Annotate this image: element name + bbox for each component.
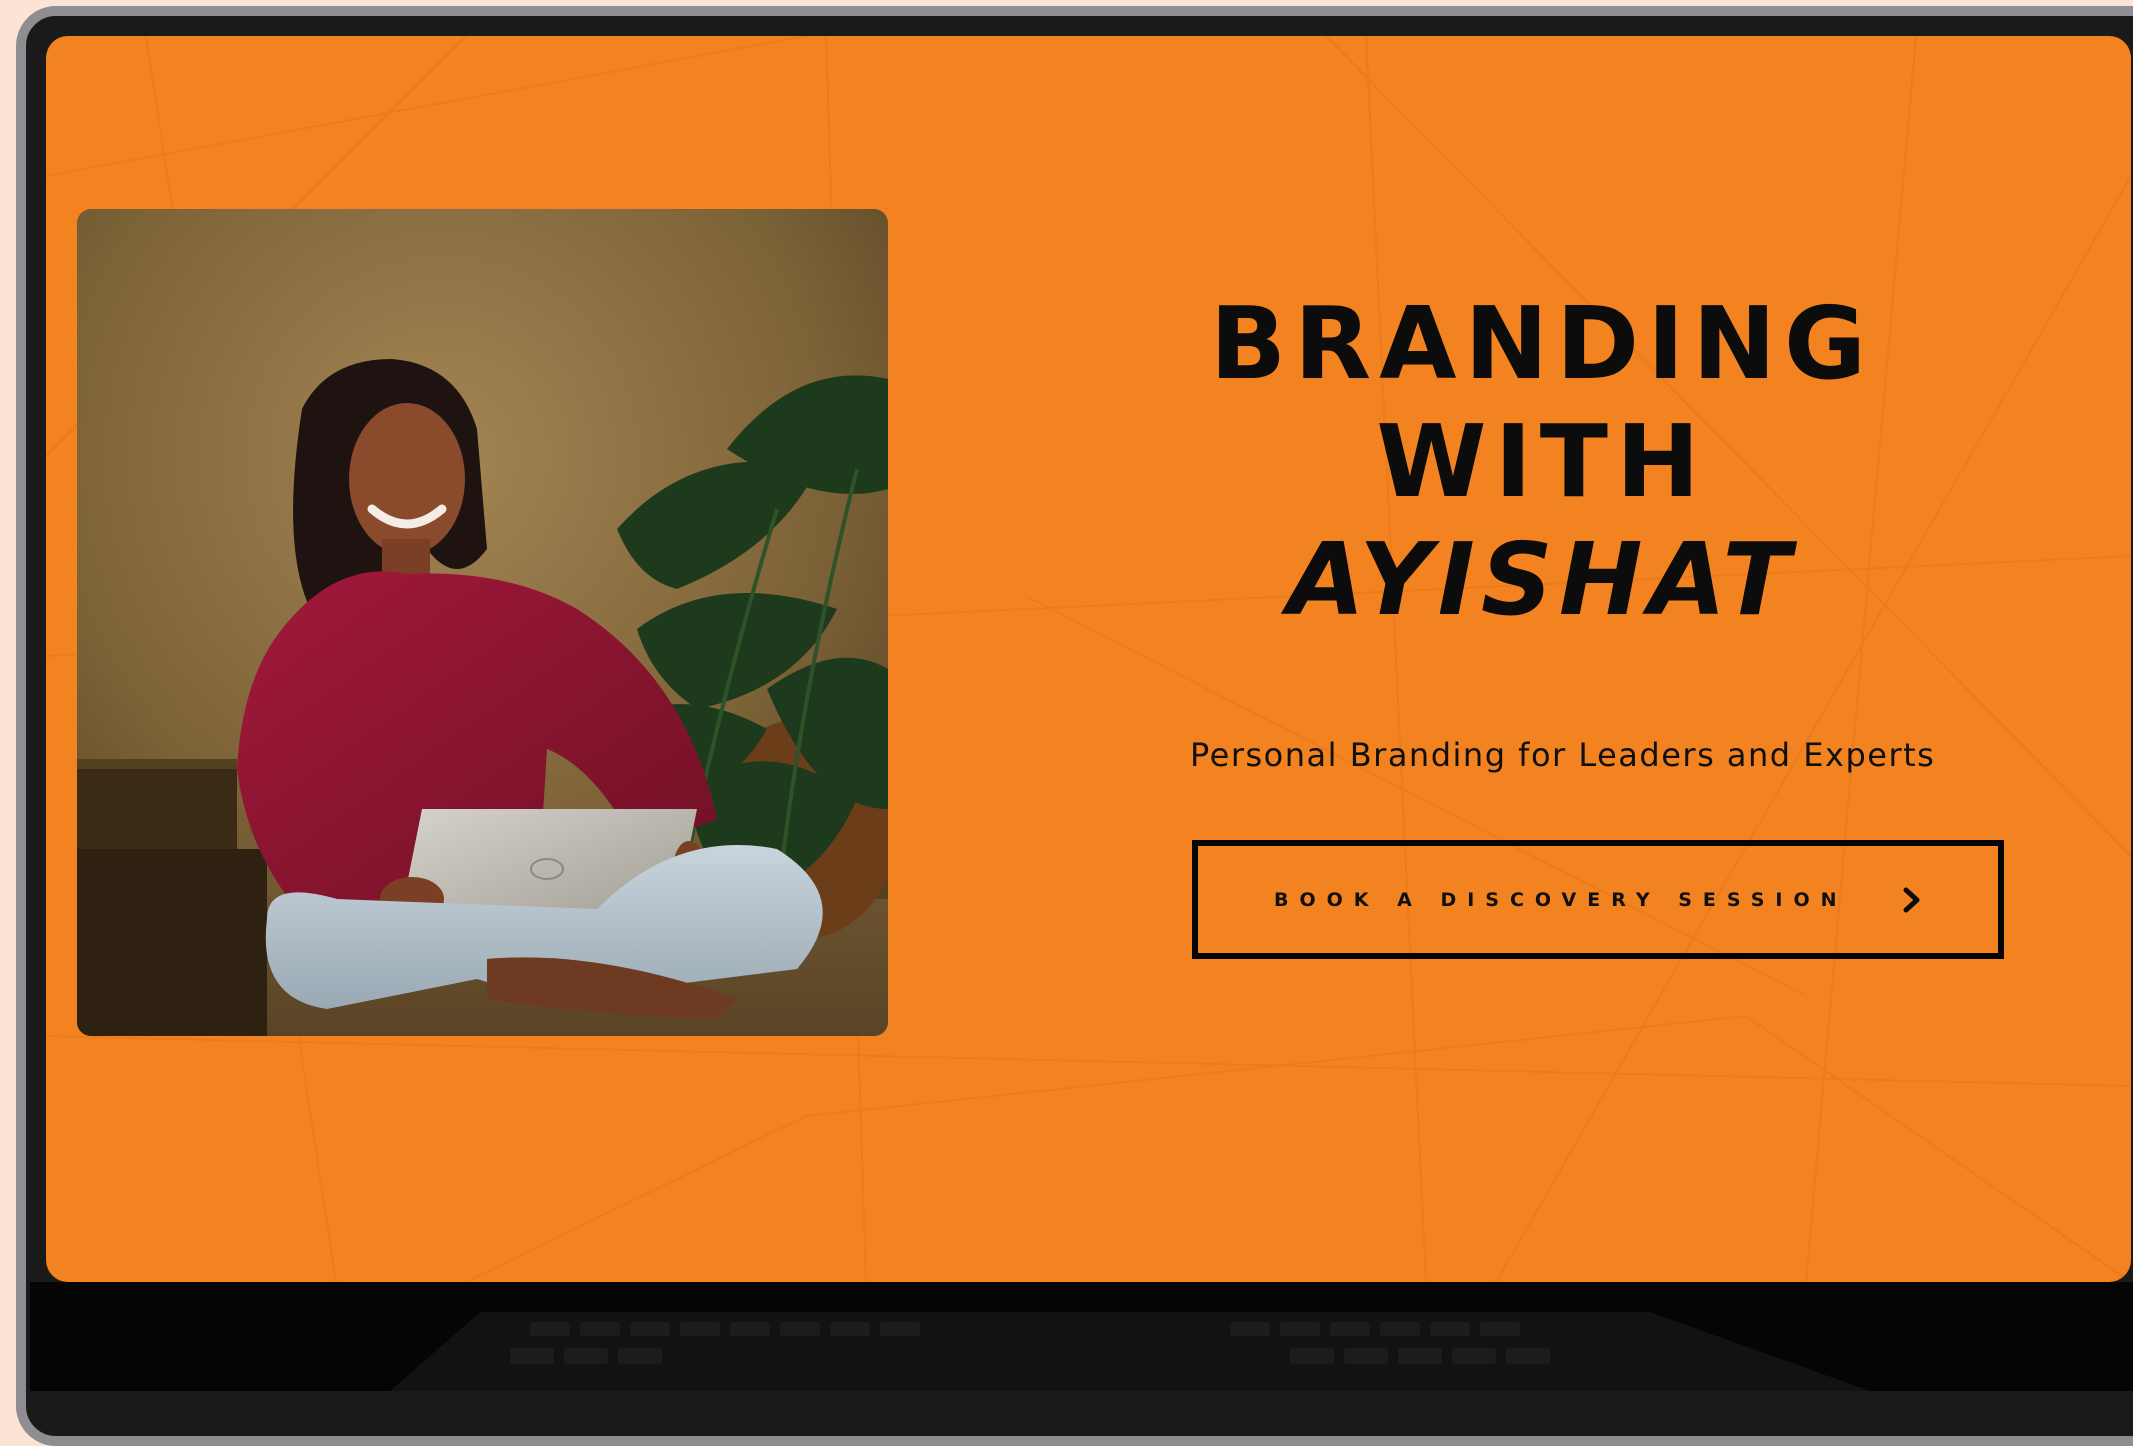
- hero-title-line-2: WITH: [1376, 403, 1708, 520]
- hero-portrait-photo: [77, 209, 888, 1036]
- hero-subtitle: Personal Branding for Leaders and Expert…: [1190, 736, 1936, 774]
- hero-title-name: AYISHAT: [1287, 521, 1797, 638]
- hero-title-line-1: BRANDING: [1209, 285, 1875, 402]
- hero-title: BRANDING WITH AYISHAT: [1112, 285, 1972, 639]
- laptop-keyboard-deck: [30, 1282, 2133, 1391]
- chevron-right-icon: [1903, 887, 1920, 912]
- cta-label: BOOK A DISCOVERY SESSION: [1274, 888, 1848, 911]
- book-discovery-session-button[interactable]: BOOK A DISCOVERY SESSION: [1192, 840, 2004, 959]
